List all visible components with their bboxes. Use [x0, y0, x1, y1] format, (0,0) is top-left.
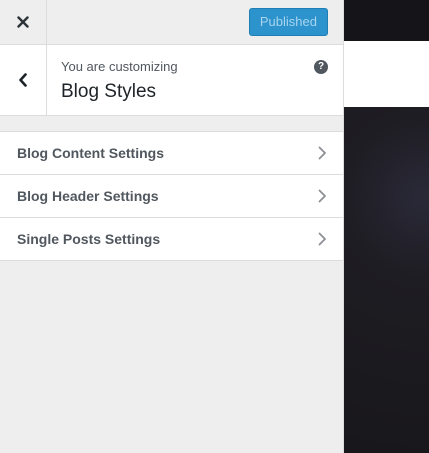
customizing-label: You are customizing — [61, 59, 178, 74]
panel-item-label: Blog Content Settings — [17, 145, 164, 161]
question-circle-icon: ? — [317, 61, 325, 72]
chevron-right-icon — [318, 146, 326, 160]
panel-item-single-posts-settings[interactable]: Single Posts Settings — [0, 218, 343, 261]
help-button[interactable]: ? — [314, 60, 328, 74]
section-header: You are customizing Blog Styles ? — [0, 45, 343, 116]
back-button[interactable] — [0, 45, 47, 115]
site-preview[interactable] — [344, 0, 429, 453]
chevron-right-icon — [318, 232, 326, 246]
chevron-left-icon — [19, 73, 27, 87]
section-title: Blog Styles — [61, 81, 157, 102]
close-customizer-button[interactable] — [0, 0, 47, 44]
preview-header-area — [344, 41, 429, 107]
publish-button[interactable]: Published — [248, 8, 328, 36]
panel-list: Blog Content Settings Blog Header Settin… — [0, 131, 343, 261]
customizer-sidebar: Published You are customizing Blog Style… — [0, 0, 344, 453]
preview-top-bar — [344, 0, 429, 41]
panel-item-label: Blog Header Settings — [17, 188, 159, 204]
panel-item-blog-header-settings[interactable]: Blog Header Settings — [0, 175, 343, 218]
customizer-screen: Published You are customizing Blog Style… — [0, 0, 429, 453]
close-icon — [17, 16, 29, 28]
customizer-header-actions: Published — [0, 0, 343, 45]
panel-item-blog-content-settings[interactable]: Blog Content Settings — [0, 132, 343, 175]
preview-hero-image — [344, 107, 429, 453]
panel-item-label: Single Posts Settings — [17, 231, 161, 247]
chevron-right-icon — [318, 189, 326, 203]
